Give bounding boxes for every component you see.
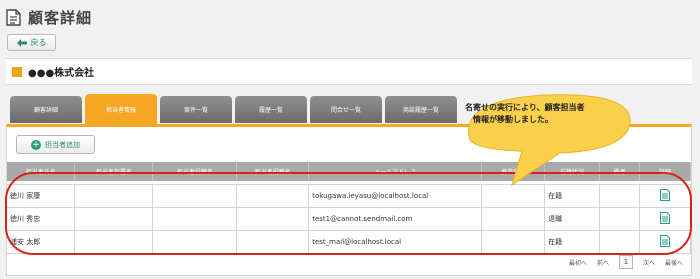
pager-last[interactable]: 最後へ: [665, 258, 683, 267]
back-button[interactable]: 戻る: [7, 34, 56, 51]
pagination: 最初へ 前へ 1 次へ 最後へ: [559, 255, 683, 269]
tab-label: 問合せ一覧: [330, 107, 361, 114]
table-row: 徳川 秀忠 test1@cannot.sendmail.com 退職: [7, 207, 692, 231]
tab-label: 顧客詳細: [33, 107, 58, 114]
contact-email: test_mail@localhost.local: [308, 230, 483, 254]
tab-label: 担当者情報: [105, 106, 136, 114]
callout-line-1: 名寄せの実行により、顧客担当者: [465, 103, 585, 112]
contact-status: 在籍: [544, 184, 601, 208]
tab-history-list[interactable]: 履歴一覧: [235, 96, 307, 123]
add-contact-label: 担当者追加: [45, 140, 80, 149]
contact-table: 担当者氏名 担当者部署名 担当者役職名 担当者役職名 メールアドレス 携帯番号 …: [7, 162, 692, 254]
table-header-row: 担当者氏名 担当者部署名 担当者役職名 担当者役職名 メールアドレス 携帯番号 …: [7, 162, 692, 181]
contact-email: tokugawa.ieyasu@localhost.local: [308, 184, 483, 208]
column-header[interactable]: 担当者役職名: [236, 162, 310, 181]
pager-prev[interactable]: 前へ: [597, 258, 609, 267]
plus-icon: +: [31, 139, 41, 150]
column-header[interactable]: メールアドレス: [308, 162, 483, 181]
company-marker-icon: [12, 66, 22, 77]
callout-line-2: 情報が移動しました。: [473, 115, 553, 124]
pager-first[interactable]: 最初へ: [569, 258, 587, 267]
column-header[interactable]: 在籍状況: [544, 162, 601, 181]
contact-panel: + 担当者追加 担当者氏名 担当者部署名 担当者役職名 担当者役職名 メールアド…: [6, 124, 692, 276]
contact-name: 徳川 秀忠: [7, 207, 76, 231]
tab-customer-detail[interactable]: 顧客詳細: [10, 96, 82, 123]
back-button-label: 戻る: [30, 38, 47, 47]
tab-project-list[interactable]: 案件一覧: [160, 96, 232, 123]
page-header: 顧客詳細: [6, 6, 92, 28]
company-name: ●●●株式会社: [28, 68, 95, 79]
add-contact-button[interactable]: + 担当者追加: [16, 135, 95, 154]
column-header: 詳細: [639, 162, 692, 181]
callout-text: 名寄せの実行により、顧客担当者 情報が移動しました。: [465, 102, 635, 126]
contact-status: 退職: [544, 207, 601, 231]
pager-next[interactable]: 次へ: [643, 258, 655, 267]
column-header[interactable]: 備考: [599, 162, 640, 181]
column-header[interactable]: 担当者氏名: [7, 162, 76, 181]
contact-email: test1@cannot.sendmail.com: [308, 207, 483, 231]
column-header[interactable]: 担当者部署名: [74, 162, 154, 181]
column-header[interactable]: 担当者役職名: [152, 162, 238, 181]
tab-negotiation-list[interactable]: 商談履歴一覧: [385, 96, 457, 123]
tab-inquiry-list[interactable]: 問合せ一覧: [310, 96, 382, 123]
back-arrow-icon: [16, 38, 27, 47]
detail-document-icon[interactable]: [659, 234, 670, 247]
pager-current-page[interactable]: 1: [618, 255, 633, 269]
table-row: 徳川 家康 tokugawa.ieyasu@localhost.local 在籍: [7, 184, 692, 208]
tab-label: 案件一覧: [183, 107, 208, 114]
detail-document-icon[interactable]: [659, 188, 670, 201]
tab-label: 商談履歴一覧: [402, 107, 439, 114]
document-icon: [6, 8, 21, 26]
company-bar: ●●●株式会社: [6, 58, 692, 85]
column-header[interactable]: 携帯番号: [481, 162, 546, 181]
table-row: 浦安 太郎 test_mail@localhost.local 在籍: [7, 230, 692, 254]
tab-label: 履歴一覧: [258, 107, 283, 114]
detail-document-icon[interactable]: [659, 211, 670, 224]
contact-name: 浦安 太郎: [7, 230, 76, 254]
page-title: 顧客詳細: [28, 8, 93, 27]
contact-status: 在籍: [544, 230, 601, 254]
tab-contact-info[interactable]: 担当者情報: [85, 94, 157, 124]
contact-name: 徳川 家康: [7, 184, 76, 208]
